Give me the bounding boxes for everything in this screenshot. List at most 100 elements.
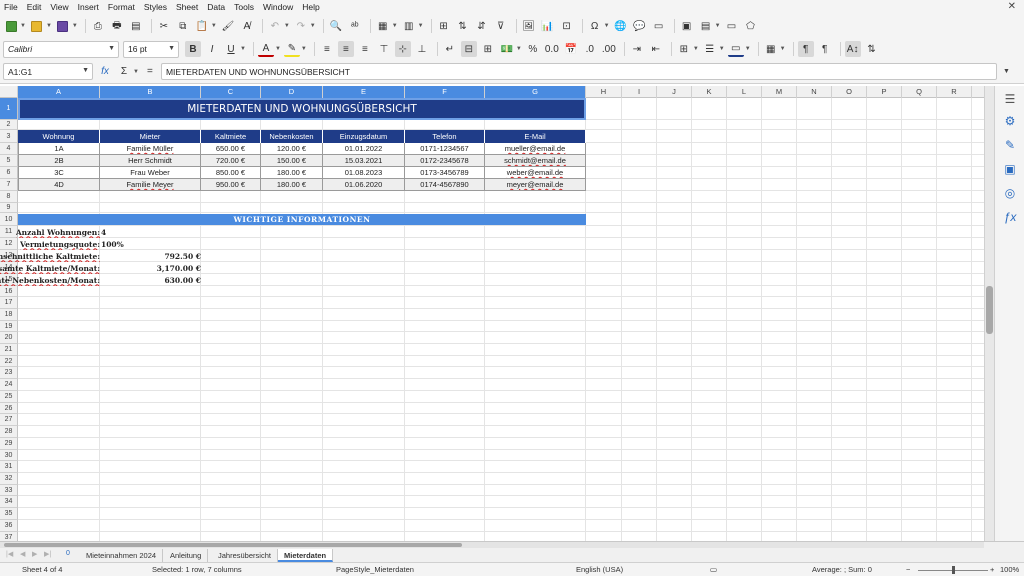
row-header-17[interactable]: 17: [0, 297, 18, 309]
horizontal-scrollbar[interactable]: [0, 542, 984, 548]
row-header-2[interactable]: 2: [0, 120, 18, 130]
info-value[interactable]: 100%: [100, 238, 160, 250]
chevron-down-icon[interactable]: ▼: [108, 45, 115, 52]
sort-ascending-icon[interactable]: ⇅: [455, 18, 471, 34]
column-header-n[interactable]: N: [797, 86, 832, 98]
row-header-8[interactable]: 8: [0, 191, 18, 203]
highlight-color-icon[interactable]: ✎: [283, 41, 300, 57]
comment-icon[interactable]: 💬: [632, 18, 648, 34]
table-cell[interactable]: 3C: [18, 167, 100, 179]
table-cell[interactable]: 120.00 €: [261, 143, 323, 155]
undo-icon[interactable]: ↶: [267, 18, 283, 34]
chevron-down-icon[interactable]: ▼: [82, 67, 89, 74]
menu-sheet[interactable]: Sheet: [176, 2, 198, 12]
row-header-16[interactable]: 16: [0, 286, 18, 297]
functions-icon[interactable]: ƒx: [1003, 210, 1017, 224]
border-color-icon[interactable]: ▭: [727, 41, 744, 57]
text-ltr-icon[interactable]: ¶: [797, 41, 814, 57]
row-header-22[interactable]: 22: [0, 356, 18, 367]
table-cell[interactable]: 1A: [18, 143, 100, 155]
wrap-text-icon[interactable]: ↵: [442, 41, 458, 57]
row-header-18[interactable]: 18: [0, 309, 18, 321]
copy-icon[interactable]: ⧉: [175, 18, 191, 34]
column-header-l[interactable]: L: [727, 86, 762, 98]
row-header-25[interactable]: 25: [0, 391, 18, 403]
format-currency-icon[interactable]: 💵: [499, 41, 515, 57]
table-cell[interactable]: 950.00 €: [201, 179, 261, 191]
row-header-33[interactable]: 33: [0, 485, 18, 496]
select-all-corner[interactable]: [0, 86, 18, 98]
row-header-7[interactable]: 7: [0, 179, 18, 191]
row-header-37[interactable]: 37: [0, 532, 18, 541]
row-caret-icon[interactable]: ▼: [392, 23, 398, 29]
redo-icon[interactable]: ↷: [293, 18, 309, 34]
special-char-caret-icon[interactable]: ▼: [604, 23, 610, 29]
info-value[interactable]: 4: [100, 226, 160, 238]
row-header-12[interactable]: 12: [0, 238, 18, 250]
row-header-24[interactable]: 24: [0, 379, 18, 391]
selection-mode-icon[interactable]: ▭: [710, 565, 717, 574]
column-header-p[interactable]: P: [867, 86, 902, 98]
table-header-cell[interactable]: Mieter: [100, 130, 201, 143]
table-cell[interactable]: 2B: [18, 155, 100, 167]
column-header-i[interactable]: I: [622, 86, 657, 98]
sum-summary[interactable]: Average: ; Sum: 0: [812, 565, 872, 574]
info-value[interactable]: 630.00 €: [100, 274, 201, 286]
formula-input[interactable]: MIETERDATEN UND WOHNUNGSÜBERSICHT: [160, 63, 997, 80]
info-label[interactable]: Vermietungsquote:: [20, 238, 100, 250]
next-sheet-icon[interactable]: ▶: [32, 550, 37, 558]
last-sheet-icon[interactable]: ▶|: [44, 550, 51, 558]
info-label[interactable]: Gesamte Kaltmiete/Monat:: [0, 262, 100, 274]
align-top-icon[interactable]: ⊤: [376, 41, 392, 57]
table-cell[interactable]: mueller@email.de: [485, 143, 586, 155]
decrease-indent-icon[interactable]: ⇤: [648, 41, 664, 57]
print-icon[interactable]: 🖶: [109, 18, 125, 34]
bold-icon[interactable]: B: [185, 41, 201, 57]
table-cell[interactable]: Familie Müller: [100, 143, 201, 155]
table-cell[interactable]: meyer@email.de: [485, 179, 586, 191]
sum-caret-icon[interactable]: ▼: [133, 69, 139, 75]
underline-icon[interactable]: U: [223, 41, 239, 57]
menu-data[interactable]: Data: [207, 2, 225, 12]
table-cell[interactable]: 0172-2345678: [405, 155, 485, 167]
row-header-23[interactable]: 23: [0, 367, 18, 379]
cut-icon[interactable]: ✂: [156, 18, 172, 34]
scroll-thumb[interactable]: [4, 543, 462, 547]
show-draw-functions-icon[interactable]: ⬠: [743, 18, 759, 34]
redo-caret-icon[interactable]: ▼: [310, 23, 316, 29]
define-print-area-icon[interactable]: ▣: [679, 18, 695, 34]
menu-insert[interactable]: Insert: [78, 2, 99, 12]
spelling-icon[interactable]: ᵃᵇ: [347, 18, 363, 34]
align-left-icon[interactable]: ≡: [319, 41, 335, 57]
italic-icon[interactable]: I: [204, 41, 220, 57]
insert-pivot-icon[interactable]: ⊡: [559, 18, 575, 34]
export-pdf-icon[interactable]: ⎙: [90, 18, 106, 34]
column-header-e[interactable]: E: [323, 86, 405, 98]
borders-caret-icon[interactable]: ▼: [693, 46, 699, 52]
zoom-level[interactable]: 100%: [1000, 565, 1019, 574]
freeze-rows-columns-icon[interactable]: ▤: [698, 18, 714, 34]
unmerge-icon[interactable]: ⊞: [480, 41, 496, 57]
scroll-thumb[interactable]: [986, 286, 993, 334]
currency-caret-icon[interactable]: ▼: [516, 46, 522, 52]
save-icon[interactable]: [55, 18, 71, 34]
tab-anleitung[interactable]: Anleitung: [164, 549, 209, 562]
text-vertical-icon[interactable]: ⇅: [864, 41, 880, 57]
table-header-cell[interactable]: Nebenkosten: [261, 130, 323, 143]
row-header-28[interactable]: 28: [0, 426, 18, 438]
info-label[interactable]: Gesamte Nebenkosten/Monat:: [0, 274, 100, 286]
open-folder-icon[interactable]: [29, 18, 45, 34]
font-color-caret-icon[interactable]: ▼: [275, 46, 281, 52]
split-window-icon[interactable]: ▭: [724, 18, 740, 34]
find-replace-icon[interactable]: 🔍: [328, 18, 344, 34]
zoom-slider-handle[interactable]: [952, 566, 955, 574]
table-cell[interactable]: weber@email.de: [485, 167, 586, 179]
increase-indent-icon[interactable]: ⇥: [629, 41, 645, 57]
zoom-in-icon[interactable]: +: [990, 565, 994, 574]
row-header-27[interactable]: 27: [0, 414, 18, 426]
table-cell[interactable]: 180.00 €: [261, 179, 323, 191]
undo-caret-icon[interactable]: ▼: [284, 23, 290, 29]
table-header-cell[interactable]: Telefon: [405, 130, 485, 143]
row-icon[interactable]: ▦: [375, 18, 391, 34]
column-header-q[interactable]: Q: [902, 86, 937, 98]
